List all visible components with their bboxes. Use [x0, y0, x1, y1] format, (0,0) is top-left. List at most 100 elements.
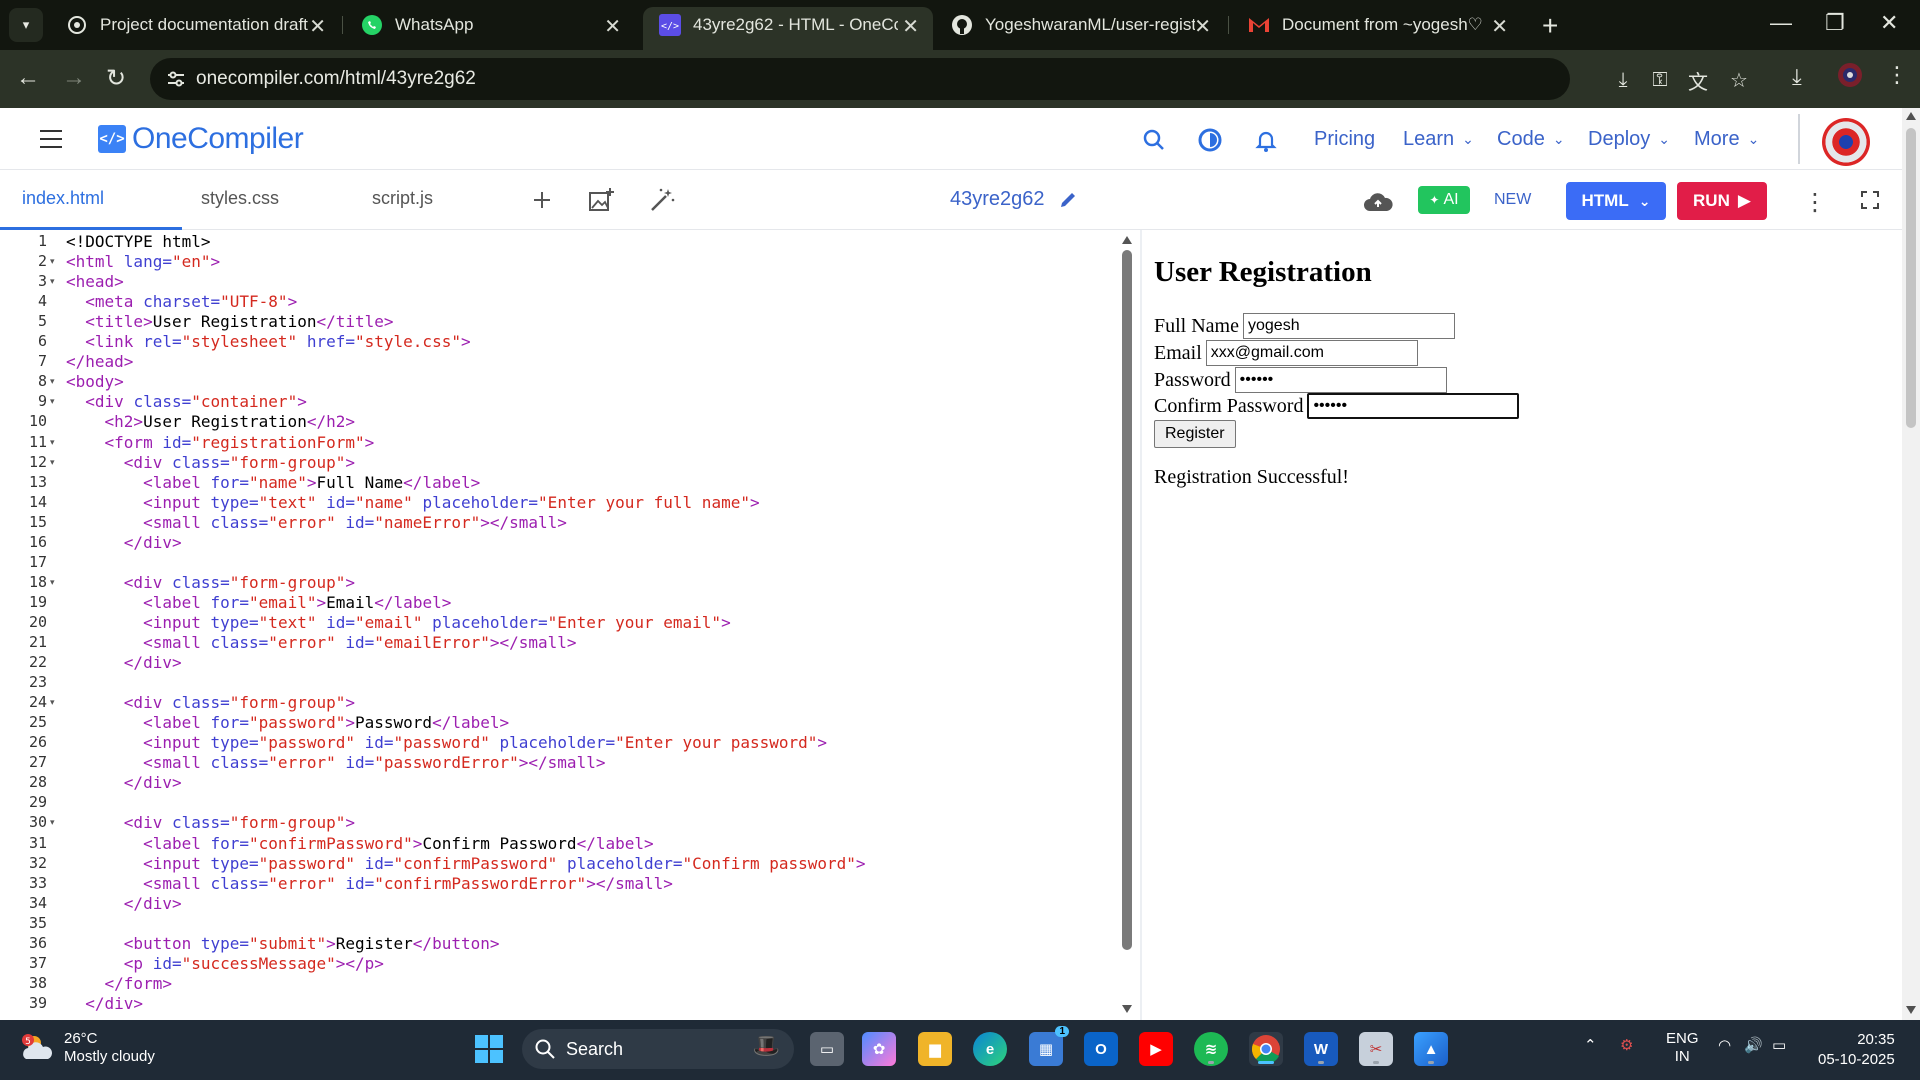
forward-icon[interactable]: → — [62, 64, 86, 92]
input-language[interactable]: ENG IN — [1666, 1030, 1699, 1066]
fold-toggle-icon[interactable]: ▾ — [50, 457, 55, 468]
close-icon[interactable]: ✕ — [1491, 14, 1508, 39]
fold-toggle-icon[interactable]: ▾ — [50, 697, 55, 708]
key-icon[interactable]: ⚿ — [1647, 67, 1673, 93]
project-name[interactable]: 43yre2g62 — [950, 188, 1079, 211]
code-line[interactable]: <small class="error" id="nameError"></sm… — [66, 513, 567, 532]
ai-button[interactable]: ✦ AI — [1418, 186, 1470, 214]
code-line[interactable]: <small class="error" id="confirmPassword… — [66, 874, 673, 893]
close-icon[interactable]: ✕ — [309, 14, 326, 39]
scroll-up-icon[interactable] — [1906, 112, 1916, 120]
restore-icon[interactable]: ❐ — [1825, 10, 1845, 36]
code-line[interactable]: <html lang="en"> — [66, 252, 220, 271]
download-icon[interactable]: ⤓ — [1610, 67, 1636, 93]
password-input[interactable]: •••••• — [1234, 367, 1447, 393]
fold-toggle-icon[interactable]: ▾ — [50, 396, 55, 407]
microsoft-store-icon[interactable]: ▦ 1 — [1029, 1026, 1069, 1066]
nav-code[interactable]: Code ⌄ — [1497, 128, 1565, 151]
downloads-icon[interactable]: ⤓ — [1792, 64, 1802, 90]
file-tab-script-js[interactable]: script.js — [372, 188, 433, 209]
code-line[interactable]: <form id="registrationForm"> — [66, 433, 375, 452]
close-icon[interactable]: ✕ — [902, 14, 919, 39]
new-label[interactable]: NEW — [1494, 191, 1531, 209]
bookmark-star-icon[interactable]: ☆ — [1726, 67, 1752, 93]
volume-icon[interactable]: 🔊 — [1744, 1036, 1763, 1054]
notification-bell-icon[interactable] — [1252, 126, 1280, 154]
copilot-icon[interactable]: ✿ — [862, 1032, 896, 1066]
scroll-down-icon[interactable] — [1906, 1006, 1916, 1014]
add-image-icon[interactable] — [587, 186, 615, 214]
confirm-password-input[interactable]: •••••• — [1307, 393, 1520, 419]
file-tab-styles-css[interactable]: styles.css — [201, 188, 279, 209]
code-line[interactable]: </form> — [66, 974, 172, 993]
code-line[interactable]: <label for="name">Full Name</label> — [66, 473, 480, 492]
code-line[interactable]: <label for="email">Email</label> — [66, 593, 451, 612]
page-scroll-thumb[interactable] — [1906, 128, 1916, 428]
code-line[interactable]: </div> — [66, 773, 182, 792]
system-clock[interactable]: 20:35 05-10-2025 — [1818, 1030, 1895, 1070]
magic-wand-icon[interactable] — [648, 186, 676, 214]
snipping-tool-icon[interactable]: ✂ — [1359, 1032, 1393, 1066]
code-line[interactable]: <div class="form-group"> — [66, 453, 355, 472]
code-line[interactable]: <link rel="stylesheet" href="style.css"> — [66, 332, 470, 351]
file-tab-index-html[interactable]: index.html — [22, 188, 104, 209]
taskbar-search[interactable]: Search 🎩 — [522, 1029, 794, 1069]
editor-scroll-thumb[interactable] — [1122, 250, 1132, 950]
tab-search-icon[interactable]: ▾ — [9, 8, 43, 42]
weather-widget[interactable]: 5 26°C Mostly cloudy — [20, 1030, 155, 1066]
youtube-icon[interactable]: ▶ — [1139, 1032, 1173, 1066]
close-window-icon[interactable]: ✕ — [1880, 10, 1898, 36]
code-line[interactable]: <div class="form-group"> — [66, 573, 355, 592]
new-tab-icon[interactable]: + — [1542, 10, 1558, 42]
chrome-icon[interactable] — [1249, 1032, 1283, 1066]
fold-toggle-icon[interactable]: ▾ — [50, 376, 55, 387]
hamburger-menu-icon[interactable] — [40, 130, 62, 154]
chrome-menu-icon[interactable]: ⋮ — [1886, 62, 1908, 88]
close-icon[interactable]: ✕ — [604, 14, 621, 39]
outlook-icon[interactable]: O — [1084, 1032, 1118, 1066]
code-line[interactable]: <input type="password" id="confirmPasswo… — [66, 854, 866, 873]
full-name-input[interactable]: yogesh — [1243, 313, 1455, 339]
browser-tab[interactable]: Document from ~yogesh♡ - m ✕ — [1232, 7, 1522, 43]
site-info-icon[interactable] — [164, 67, 188, 91]
run-button[interactable]: RUN ▶ — [1677, 182, 1767, 220]
browser-tab[interactable]: YogeshwaranML/user-registrati ✕ — [935, 7, 1225, 43]
word-icon[interactable]: W — [1304, 1032, 1338, 1066]
code-line[interactable]: <head> — [66, 272, 124, 291]
edge-icon[interactable]: e — [973, 1032, 1007, 1066]
windows-start-icon[interactable] — [474, 1034, 504, 1064]
reload-icon[interactable]: ↻ — [106, 64, 126, 93]
code-line[interactable]: <input type="text" id="email" placeholde… — [66, 613, 731, 632]
code-line[interactable]: <input type="password" id="password" pla… — [66, 733, 827, 752]
omnibox[interactable]: onecompiler.com/html/43yre2g62 ⤓ ⚿ 文 ☆ — [150, 58, 1748, 100]
wifi-icon[interactable]: ◠ — [1718, 1036, 1731, 1054]
task-view-icon[interactable]: ▭ — [810, 1032, 844, 1066]
search-icon[interactable] — [1140, 126, 1168, 154]
photos-icon[interactable]: ▲ — [1414, 1032, 1448, 1066]
code-line[interactable]: <div class="form-group"> — [66, 693, 355, 712]
fold-toggle-icon[interactable]: ▾ — [50, 276, 55, 287]
code-line[interactable]: <label for="password">Password</label> — [66, 713, 509, 732]
theme-toggle-icon[interactable] — [1196, 126, 1224, 154]
code-line[interactable]: <body> — [66, 372, 124, 391]
fold-toggle-icon[interactable]: ▾ — [50, 256, 55, 267]
language-selector[interactable]: HTML ⌄ — [1566, 182, 1666, 220]
onecompiler-logo[interactable]: </> OneCompiler — [98, 122, 304, 156]
page-scrollbar[interactable] — [1902, 108, 1920, 1020]
nav-learn[interactable]: Learn ⌄ — [1403, 128, 1474, 151]
code-line[interactable]: <input type="text" id="name" placeholder… — [66, 493, 760, 512]
close-icon[interactable]: ✕ — [1194, 14, 1211, 39]
nav-pricing[interactable]: Pricing — [1314, 128, 1375, 151]
code-line[interactable]: <label for="confirmPassword">Confirm Pas… — [66, 834, 654, 853]
register-button[interactable]: Register — [1154, 420, 1236, 448]
code-line[interactable]: <small class="error" id="passwordError">… — [66, 753, 605, 772]
fold-toggle-icon[interactable]: ▾ — [50, 577, 55, 588]
code-line[interactable]: <!DOCTYPE html> — [66, 232, 211, 251]
edit-pencil-icon[interactable] — [1057, 189, 1079, 211]
user-avatar[interactable] — [1822, 118, 1870, 166]
browser-tab[interactable]: Project documentation draft ✕ — [50, 7, 340, 43]
code-line[interactable]: <button type="submit">Register</button> — [66, 934, 500, 953]
code-line[interactable]: </head> — [66, 352, 133, 371]
profile-icon[interactable] — [1837, 62, 1863, 94]
nav-more[interactable]: More ⌄ — [1694, 128, 1759, 151]
